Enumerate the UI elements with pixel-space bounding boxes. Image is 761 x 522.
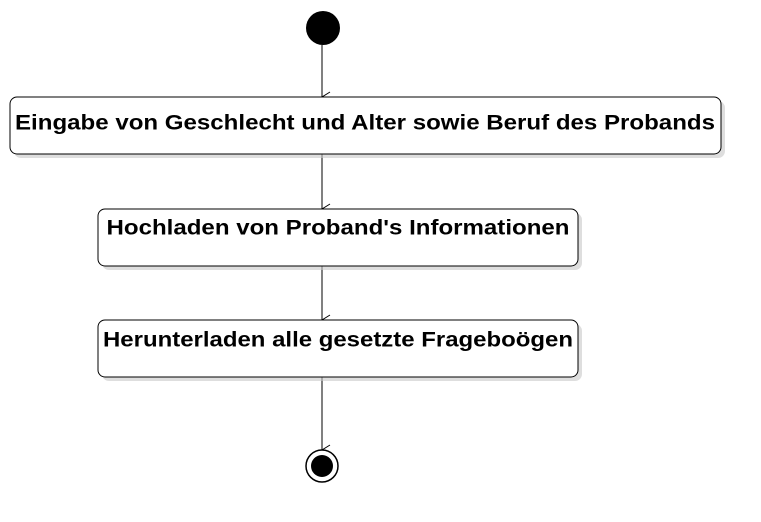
action-node-1: Eingabe von Geschlecht und Alter sowie B… xyxy=(9,96,725,158)
final-node-inner-dot xyxy=(311,455,333,477)
action-node-3-label: Herunterladen alle gesetzte Frageboögen xyxy=(103,329,573,352)
action-node-2-label: Hochladen von Proband's Informationen xyxy=(107,217,570,240)
action-node-3: Herunterladen alle gesetzte Frageboögen xyxy=(97,319,582,381)
initial-node xyxy=(306,11,340,45)
action-node-1-label: Eingabe von Geschlecht und Alter sowie B… xyxy=(15,112,715,135)
action-node-2: Hochladen von Proband's Informationen xyxy=(97,208,582,270)
activity-diagram: Eingabe von Geschlecht und Alter sowie B… xyxy=(9,11,725,483)
final-node xyxy=(305,449,339,483)
